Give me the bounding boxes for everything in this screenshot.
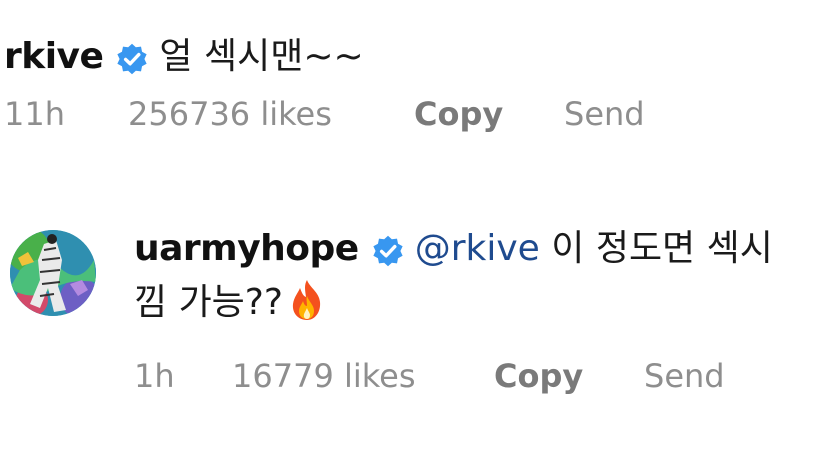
likes-count-button[interactable]: 256736 likes [128, 92, 414, 136]
avatar[interactable] [10, 230, 96, 316]
comment-text: 이 정도면 섹시 [539, 228, 773, 269]
verified-badge-icon [371, 230, 405, 267]
comment-content: uarmyhope @rkive 이 정도면 섹시 낌 가능?? 1h 16779 … [134, 222, 814, 398]
send-button[interactable]: Send [644, 354, 725, 398]
send-button[interactable]: Send [564, 92, 645, 136]
comment-text: 얼 섹시맨~~ [159, 36, 364, 77]
comment-body: uarmyhope @rkive 이 정도면 섹시 [134, 222, 814, 276]
verified-badge-icon [115, 38, 149, 75]
comment-username[interactable]: uarmyhope [134, 228, 359, 269]
comment-meta: 1h 16779 likes Copy Send [134, 354, 814, 398]
fire-emoji-icon [287, 278, 327, 322]
copy-button[interactable]: Copy [414, 92, 564, 136]
comment-body: rkive 얼 섹시맨~~ [0, 30, 814, 84]
comment-item: rkive 얼 섹시맨~~ 11h 256736 likes Copy Send [0, 30, 814, 136]
comment-body-continued: 낌 가능?? [134, 276, 814, 330]
copy-button[interactable]: Copy [494, 354, 644, 398]
comment-time: 1h [134, 357, 175, 395]
mention-link[interactable]: @rkive [415, 228, 540, 269]
comment-text: 낌 가능?? [134, 282, 284, 323]
comment-time: 11h [4, 95, 65, 133]
comment-meta: 11h 256736 likes Copy Send [0, 92, 814, 136]
comment-username[interactable]: rkive [4, 36, 104, 77]
likes-count-button[interactable]: 16779 likes [232, 354, 494, 398]
